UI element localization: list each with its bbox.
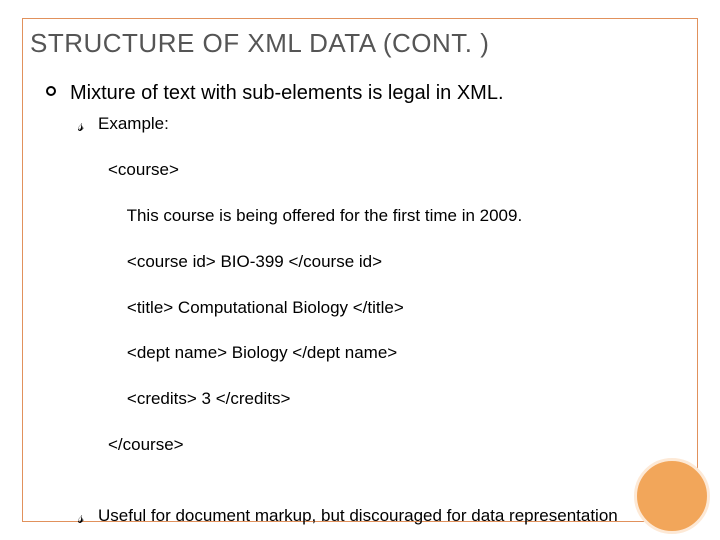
circle-bullet-icon [46,86,56,96]
slide-body: Mixture of text with sub-elements is leg… [70,80,680,528]
bullet-text: Mixture of text with sub-elements is leg… [70,82,504,104]
sublist: 𝓈 Example: <course> This course is being… [98,113,680,528]
code-line: This course is being offered for the fir… [108,205,680,228]
bullet-level2: 𝓈 Example: [98,113,680,136]
bullet-text: Example: [98,114,169,133]
script-bullet-icon: 𝓈 [78,115,84,138]
code-line: <course> [108,159,680,182]
code-line: <credits> 3 </credits> [108,388,680,411]
slide: STRUCTURE OF XML DATA (CONT. ) Mixture o… [0,0,720,540]
code-line: </course> [108,434,680,457]
code-line: <title> Computational Biology </title> [108,297,680,320]
slide-title: STRUCTURE OF XML DATA (CONT. ) [30,28,489,59]
bullet-level1: Mixture of text with sub-elements is leg… [70,80,680,107]
code-block: <course> This course is being offered fo… [108,136,680,503]
decorative-circle [634,458,710,534]
code-line: <course id> BIO-399 </course id> [108,251,680,274]
code-line: <dept name> Biology </dept name> [108,342,680,365]
script-bullet-icon: 𝓈 [78,507,84,530]
bullet-level2: 𝓈 Useful for document markup, but discou… [98,505,680,528]
bullet-text: Useful for document markup, but discoura… [98,506,618,525]
